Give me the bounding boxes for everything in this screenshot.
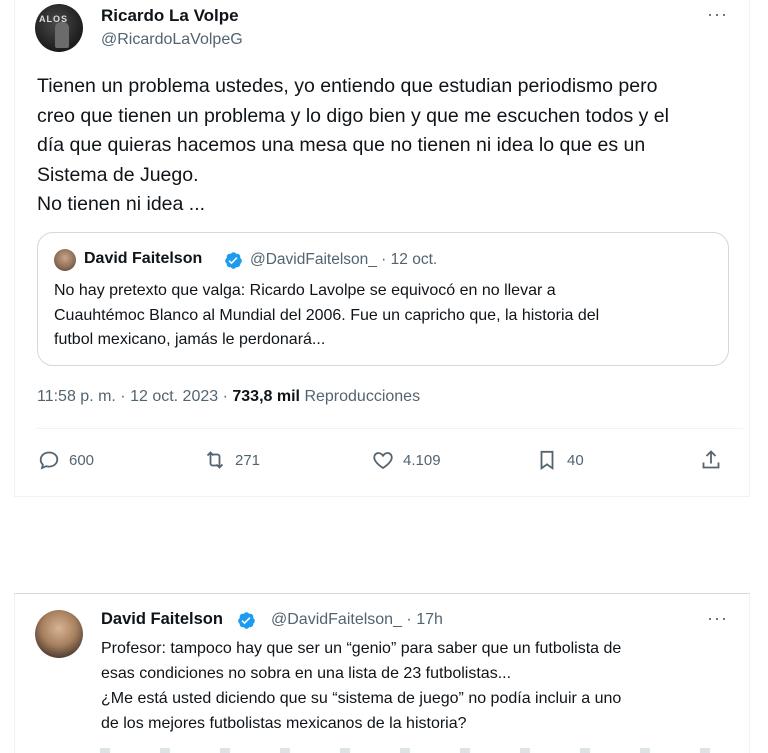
verified-badge-icon (225, 252, 242, 269)
share-icon (702, 450, 720, 469)
quote-avatar (54, 249, 76, 271)
tweet-text-line: No tienen ni idea ... (37, 193, 206, 215)
views-count: 733,8 mil (232, 388, 300, 405)
reply-button[interactable]: 600 (37, 448, 94, 472)
cut-off-action-row (100, 748, 720, 753)
tweet-text: Tienen un problema ustedes, yo entiendo … (37, 72, 737, 220)
quote-text-line: Cuauhtémoc Blanco al Mundial del 2006. F… (54, 306, 600, 324)
retweet-count: 271 (235, 451, 261, 469)
reply-icon (39, 451, 59, 470)
reply-meta[interactable]: @DavidFaitelson_ · 17h (271, 611, 443, 629)
reply-text-line: de los mejores futbolistas mexicanos de … (101, 715, 467, 732)
reply-text-line: esas condiciones no sobra en una lista d… (101, 665, 512, 682)
tweet-text-line: Sistema de Juego. (37, 163, 199, 186)
like-count: 4.109 (403, 451, 441, 469)
share-button[interactable] (699, 448, 723, 472)
bookmark-button[interactable]: 40 (535, 448, 584, 472)
verified-badge-icon (238, 612, 255, 629)
main-tweet: ALOS Ricardo La Volpe @RicardoLaVolpeG ·… (14, 0, 750, 497)
retweet-icon (206, 451, 224, 469)
more-options-icon[interactable]: ··· (707, 4, 728, 25)
retweet-button[interactable]: 271 (203, 448, 260, 472)
tweet-text-line: Tienen un problema ustedes, yo entiendo … (37, 75, 658, 97)
views-label: Reproducciones (304, 388, 421, 405)
quote-text-line: futbol mexicano, jamás le perdonará... (54, 331, 326, 348)
timestamp-text[interactable]: 11:58 p. m. · 12 oct. 2023 · (37, 388, 232, 405)
heart-icon (373, 452, 393, 470)
quote-text-line: No hay pretexto que valga: Ricardo Lavol… (54, 282, 556, 299)
reply-text-line: Profesor: tampoco hay que ser un “genio”… (101, 640, 622, 657)
bookmark-count: 40 (567, 451, 584, 469)
quote-meta: @DavidFaitelson_ · 12 oct. (250, 251, 438, 268)
bookmark-icon (540, 450, 554, 471)
quote-author-name: David Faitelson (84, 250, 203, 267)
author-name[interactable]: Ricardo La Volpe (101, 6, 239, 26)
tweet-text-line: creo que tienen un problema y lo digo bi… (37, 104, 669, 127)
reply-author-name[interactable]: David Faitelson (101, 610, 223, 629)
avatar[interactable] (35, 610, 83, 658)
like-button[interactable]: 4.109 (371, 448, 441, 472)
quoted-tweet[interactable]: David Faitelson @DavidFaitelson_ · 12 oc… (37, 232, 729, 366)
author-handle[interactable]: @RicardoLaVolpeG (101, 31, 243, 49)
reply-count: 600 (69, 451, 95, 469)
divider (37, 428, 743, 429)
avatar-figure (55, 22, 69, 48)
more-options-icon[interactable]: ··· (707, 608, 728, 629)
avatar[interactable]: ALOS (35, 4, 83, 52)
reply-tweet: David Faitelson @DavidFaitelson_ · 17h ·… (14, 593, 750, 753)
reply-text: Profesor: tampoco hay que ser un “genio”… (101, 636, 741, 736)
tweet-text-line: día que quieras hacemos una mesa que no … (37, 134, 646, 156)
spacer (0, 497, 768, 593)
tweet-timestamp: 11:58 p. m. · 12 oct. 2023 · 733,8 mil R… (37, 388, 420, 406)
quote-text: No hay pretexto que valga: Ricardo Lavol… (54, 279, 719, 353)
reply-text-line: ¿Me está usted diciendo que su “sistema … (101, 690, 622, 707)
